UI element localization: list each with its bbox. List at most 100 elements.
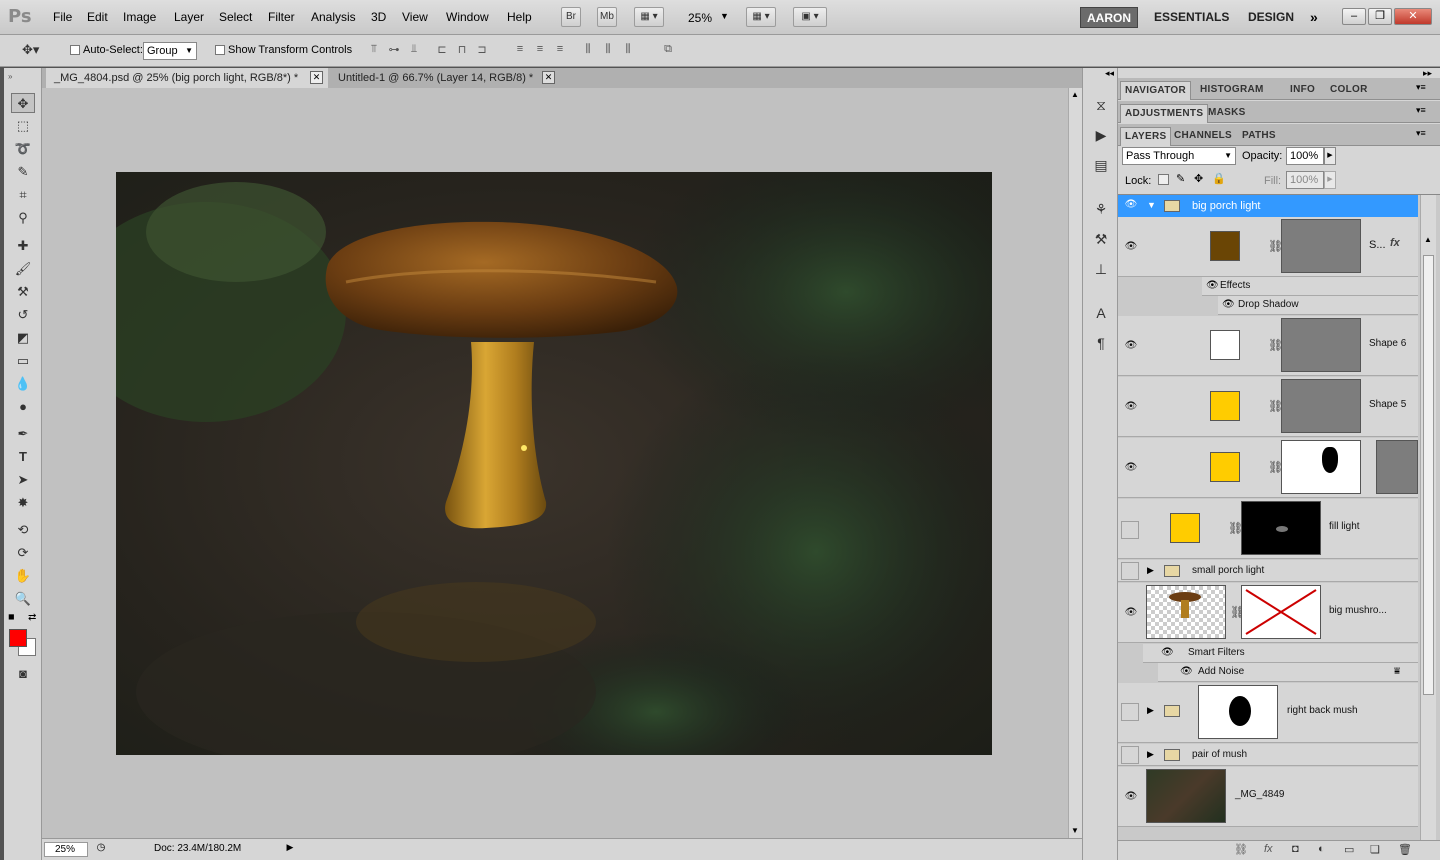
default-colors-icon[interactable]: ◼	[8, 612, 15, 621]
distribute-vcenter-icon[interactable]: ≡	[532, 43, 548, 59]
eraser-tool-icon[interactable]: ◩	[11, 328, 35, 348]
custom-shape-tool-icon[interactable]: ✸	[11, 493, 35, 513]
workspace-design[interactable]: DESIGN	[1242, 7, 1300, 28]
visibility-toggle[interactable]	[1121, 703, 1139, 721]
layer-mask-thumbnail[interactable]	[1281, 440, 1361, 494]
path-select-tool-icon[interactable]: ➤	[11, 470, 35, 490]
lock-image-icon[interactable]: ✎	[1176, 172, 1185, 185]
fill-color-thumbnail[interactable]	[1210, 391, 1240, 421]
fill-color-thumbnail[interactable]	[1210, 231, 1240, 261]
smart-object-thumbnail[interactable]	[1146, 585, 1226, 639]
scroll-down-icon[interactable]: ▼	[1071, 826, 1079, 835]
align-hcenter-icon[interactable]: ⊓	[454, 43, 470, 59]
visibility-toggle[interactable]	[1121, 562, 1139, 580]
quick-select-tool-icon[interactable]: ✎	[11, 162, 35, 182]
menu-window[interactable]: Window	[446, 10, 489, 24]
more-workspaces-icon[interactable]: »	[1310, 9, 1318, 25]
lock-all-icon[interactable]: 🔒	[1212, 172, 1226, 185]
vector-mask-thumbnail[interactable]	[1376, 440, 1418, 494]
3d-rotate-tool-icon[interactable]: ⟲	[11, 520, 35, 540]
visibility-eye-icon[interactable]: 👁	[1123, 462, 1139, 476]
close-tab-icon[interactable]: ✕	[310, 71, 323, 84]
fill-color-thumbnail[interactable]	[1170, 513, 1200, 543]
layer-row-shape-6[interactable]: 👁 ⛓ Shape 6	[1118, 316, 1418, 376]
close-tab-icon[interactable]: ✕	[542, 71, 555, 84]
vector-mask-thumbnail[interactable]	[1281, 318, 1361, 372]
view-extras-button[interactable]: ▦ ▾	[634, 7, 664, 27]
auto-align-layers-icon[interactable]: ⧉	[660, 43, 676, 59]
visibility-eye-icon[interactable]: 👁	[1123, 340, 1139, 354]
layer-row-big-porch-light[interactable]: 👁 ▼ big porch light	[1118, 195, 1418, 217]
vector-mask-thumbnail[interactable]	[1281, 219, 1361, 273]
mini-bridge-button[interactable]: Mb	[597, 7, 617, 27]
layer-row-shape-s[interactable]: 👁 ⛓ S... fx	[1118, 217, 1418, 277]
distribute-left-icon[interactable]: ⫼	[580, 43, 596, 59]
menu-analysis[interactable]: Analysis	[311, 10, 356, 24]
auto-select-dropdown[interactable]: Group ▼	[143, 42, 197, 60]
expand-panels-icon[interactable]: ◂◂	[1105, 68, 1114, 79]
scroll-thumb[interactable]	[1423, 255, 1434, 695]
move-tool-icon[interactable]: ✥	[11, 93, 35, 113]
smart-filter-mask-thumbnail[interactable]	[1241, 585, 1321, 639]
history-brush-tool-icon[interactable]: ↺	[11, 305, 35, 325]
status-arrow-icon[interactable]: ▶	[284, 842, 296, 857]
fill-arrow-icon[interactable]: ▶	[1324, 171, 1336, 189]
paragraph-panel-icon[interactable]: ¶	[1090, 332, 1112, 354]
tab-histogram[interactable]: HISTOGRAM	[1196, 81, 1268, 100]
menu-layer[interactable]: Layer	[174, 10, 204, 24]
layer-row-right-back-mush[interactable]: ▶ right back mush	[1118, 683, 1418, 743]
screen-mode-button[interactable]: ▣ ▾	[793, 7, 827, 27]
opacity-arrow-icon[interactable]: ▶	[1324, 147, 1336, 165]
link-layers-icon[interactable]: ⛓	[1234, 843, 1248, 856]
fill-color-thumbnail[interactable]	[1210, 330, 1240, 360]
visibility-eye-icon[interactable]: 👁	[1123, 401, 1139, 415]
workspace-aaron[interactable]: AARON	[1080, 7, 1138, 28]
layer-row-fill-masked[interactable]: 👁 ⛓	[1118, 438, 1418, 498]
eyedropper-tool-icon[interactable]: ⚲	[11, 208, 35, 228]
actions-panel-icon[interactable]: ▶	[1090, 124, 1112, 146]
zoom-field[interactable]: 25%	[44, 842, 88, 857]
history-panel-icon[interactable]: ⧖	[1090, 94, 1112, 116]
layer-row-shape-5[interactable]: 👁 ⛓ Shape 5	[1118, 377, 1418, 437]
layers-scrollbar[interactable]: ▲	[1420, 195, 1436, 841]
tab-untitled-1[interactable]: Untitled-1 @ 66.7% (Layer 14, RGB/8) *	[330, 68, 570, 88]
collapse-icon[interactable]: »	[8, 72, 12, 81]
align-top-icon[interactable]: ⫪	[366, 43, 382, 59]
visibility-eye-icon[interactable]: 👁	[1123, 241, 1139, 255]
restore-button[interactable]: ❐	[1368, 8, 1392, 25]
swap-colors-icon[interactable]: ⇄	[28, 612, 36, 623]
add-noise-row[interactable]: 👁 Add Noise ⩸	[1158, 663, 1418, 682]
menu-filter[interactable]: Filter	[268, 10, 295, 24]
menu-select[interactable]: Select	[219, 10, 252, 24]
effects-row[interactable]: 👁 Effects	[1202, 277, 1418, 296]
canvas-vertical-scrollbar[interactable]: ▲ ▼	[1068, 88, 1082, 838]
add-mask-icon[interactable]: ◘	[1292, 843, 1299, 855]
blur-tool-icon[interactable]: 💧	[11, 374, 35, 394]
distribute-top-icon[interactable]: ≡	[512, 43, 528, 59]
new-layer-icon[interactable]: ❏	[1370, 843, 1380, 856]
distribute-bottom-icon[interactable]: ≡	[552, 43, 568, 59]
tab-masks[interactable]: MASKS	[1204, 104, 1250, 123]
align-left-icon[interactable]: ⊏	[434, 43, 450, 59]
align-vcenter-icon[interactable]: ⊶	[386, 43, 402, 59]
bridge-button[interactable]: Br	[561, 7, 581, 27]
fill-color-thumbnail[interactable]	[1210, 452, 1240, 482]
menu-view[interactable]: View	[402, 10, 428, 24]
fill-field[interactable]: 100%	[1286, 171, 1324, 189]
distribute-right-icon[interactable]: ⫼	[620, 43, 636, 59]
align-right-icon[interactable]: ⊐	[474, 43, 490, 59]
quick-mask-icon[interactable]: ◙	[11, 664, 35, 684]
zoom-level-dropdown[interactable]: 25%	[688, 11, 712, 25]
foreground-color-swatch[interactable]	[9, 629, 27, 647]
workspace-essentials[interactable]: ESSENTIALS	[1148, 7, 1235, 28]
layer-row-pair-of-mush[interactable]: ▶ pair of mush	[1118, 744, 1418, 766]
minimize-button[interactable]: –	[1342, 8, 1366, 25]
visibility-eye-icon[interactable]: 👁	[1180, 666, 1193, 677]
distribute-hcenter-icon[interactable]: ⫼	[600, 43, 616, 59]
adjustment-layer-icon[interactable]: ◐	[1318, 843, 1325, 855]
visibility-eye-icon[interactable]: 👁	[1123, 199, 1139, 213]
hand-tool-icon[interactable]: ✋	[11, 566, 35, 586]
collapse-group-icon[interactable]: ▼	[1147, 200, 1156, 210]
tab-adjustments[interactable]: ADJUSTMENTS	[1120, 104, 1209, 123]
scroll-up-icon[interactable]: ▲	[1424, 235, 1432, 244]
